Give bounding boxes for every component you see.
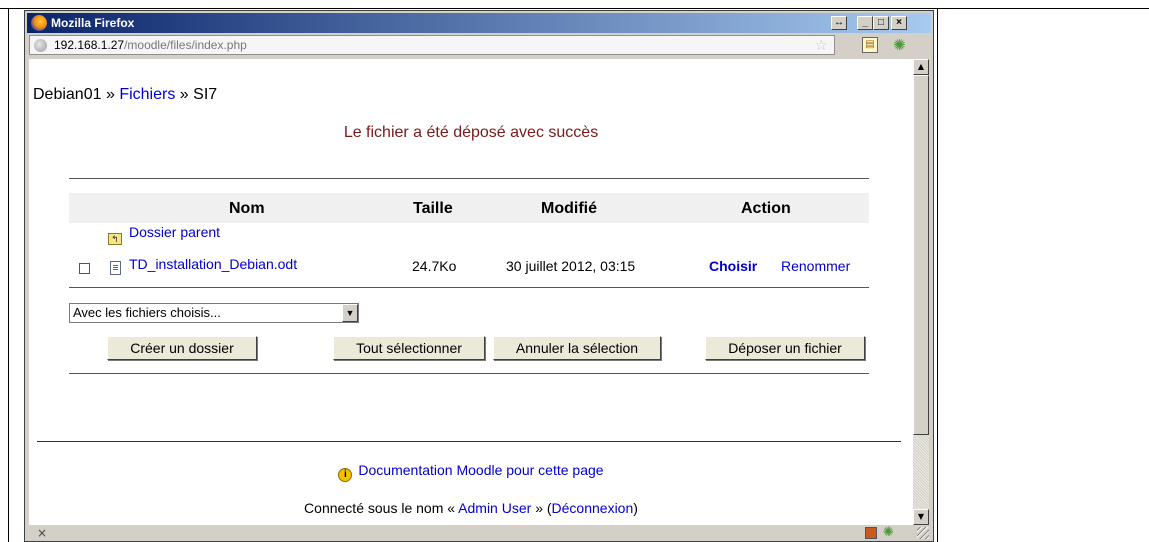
minimize-button[interactable]: _	[857, 16, 873, 30]
parent-folder-link[interactable]: Dossier parent	[129, 223, 220, 241]
bookmark-star-icon[interactable]: ☆	[815, 37, 828, 53]
status-page-icon[interactable]	[865, 527, 877, 539]
choose-link[interactable]: Choisir	[709, 257, 757, 275]
file-link[interactable]: TD_installation_Debian.odt	[129, 255, 297, 273]
close-button[interactable]: ×	[891, 16, 907, 30]
docs-link[interactable]: Documentation Moodle pour cette page	[358, 462, 603, 478]
resize-grip-icon[interactable]	[917, 527, 929, 539]
divider	[69, 287, 869, 288]
url-text[interactable]: 192.168.1.27/moodle/files/index.php	[54, 38, 247, 52]
header-action: Action	[741, 200, 791, 217]
browser-window: Mozilla Firefox ↔ _ □ × 192.168.1.27/moo…	[24, 10, 934, 542]
scroll-thumb[interactable]	[913, 75, 929, 435]
frame-right-line	[937, 8, 938, 542]
breadcrumb-files-link[interactable]: Fichiers	[119, 86, 175, 103]
status-close-icon[interactable]: ×	[37, 525, 47, 541]
breadcrumb-site[interactable]: Debian01	[33, 86, 102, 103]
bookmarks-icon[interactable]: ▤	[862, 37, 878, 53]
breadcrumb: Debian01 » Fichiers » SI7	[33, 85, 217, 105]
select-all-button[interactable]: Tout sélectionner	[333, 336, 485, 360]
divider	[69, 178, 869, 179]
file-size: 24.7Ko	[412, 258, 457, 274]
frame-left-line	[8, 8, 9, 542]
window-title: Mozilla Firefox	[51, 16, 135, 30]
logged-mid: » (	[535, 500, 552, 516]
rename-link[interactable]: Renommer	[781, 257, 850, 275]
frame-top-line	[0, 8, 1149, 9]
header-modified: Modifié	[541, 200, 597, 217]
breadcrumb-separator: »	[179, 86, 189, 103]
breadcrumb-separator: »	[105, 86, 115, 103]
globe-icon	[34, 39, 47, 52]
resize-button[interactable]: ↔	[831, 16, 847, 30]
breadcrumb-course: SI7	[193, 86, 218, 103]
logout-link[interactable]: Déconnexion	[552, 500, 634, 516]
header-name: Nom	[229, 200, 265, 217]
scroll-up-button[interactable]: ▲	[913, 59, 929, 75]
vertical-scrollbar[interactable]: ▲ ▼	[913, 59, 929, 525]
logged-prefix: Connecté sous le nom «	[304, 500, 456, 516]
user-link[interactable]: Admin User	[458, 500, 531, 516]
page-content: Debian01 » Fichiers » SI7 Le fichier a é…	[29, 59, 913, 525]
footer-divider	[37, 441, 901, 442]
divider	[69, 373, 869, 374]
create-folder-button[interactable]: Créer un dossier	[107, 336, 257, 360]
dropdown-arrow-icon[interactable]: ▼	[342, 304, 358, 322]
firefox-logo-icon	[31, 15, 47, 31]
file-modified: 30 juillet 2012, 03:15	[506, 258, 636, 274]
upload-file-button[interactable]: Déposer un fichier	[705, 336, 865, 360]
maximize-button[interactable]: □	[873, 16, 889, 30]
title-bar: Mozilla Firefox ↔ _ □ ×	[27, 13, 931, 33]
status-addon-icon[interactable]: ✺	[883, 525, 894, 541]
header-size: Taille	[413, 200, 453, 217]
file-checkbox[interactable]	[79, 263, 90, 274]
docs-footer: i Documentation Moodle pour cette page	[29, 461, 913, 482]
login-info: Connecté sous le nom « Admin User » (Déc…	[29, 499, 913, 517]
url-host: 192.168.1.27	[54, 38, 125, 52]
document-icon	[110, 261, 121, 275]
info-icon: i	[338, 468, 353, 482]
dropdown-value: Avec les fichiers choisis...	[73, 305, 221, 320]
success-message: Le fichier a été déposé avec succès	[343, 124, 599, 141]
with-selected-dropdown[interactable]: Avec les fichiers choisis... ▼	[69, 303, 359, 323]
parent-folder-icon: ↰	[108, 233, 122, 245]
status-bar: × ✺	[27, 525, 931, 541]
logged-suffix: )	[633, 500, 638, 516]
scroll-down-button[interactable]: ▼	[913, 509, 929, 525]
deselect-button[interactable]: Annuler la sélection	[493, 336, 661, 360]
addon-icon[interactable]: ✺	[893, 36, 911, 54]
table-header: Nom Taille Modifié Action	[69, 193, 869, 223]
url-path: /moodle/files/index.php	[124, 38, 247, 52]
url-bar[interactable]: 192.168.1.27/moodle/files/index.php ☆	[29, 35, 835, 55]
